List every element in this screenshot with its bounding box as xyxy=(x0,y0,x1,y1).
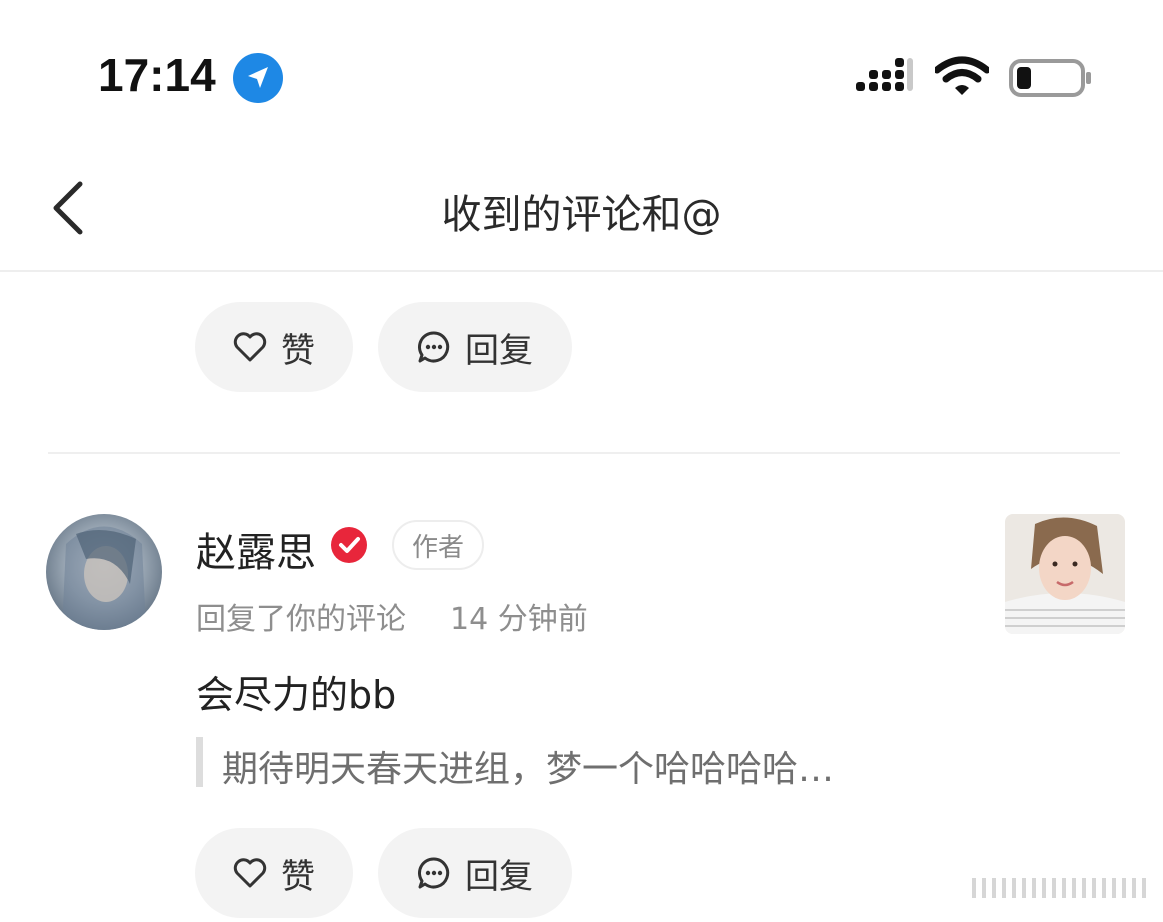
comment-action: 回复了你的评论 xyxy=(196,602,406,637)
location-arrow-icon xyxy=(233,53,283,103)
comment-text[interactable]: 会尽力的bb xyxy=(196,664,396,719)
author-badge: 作者 xyxy=(392,520,484,570)
chat-bubble-icon xyxy=(418,331,450,363)
heart-icon xyxy=(233,332,267,362)
like-label: 赞 xyxy=(281,856,315,897)
like-label: 赞 xyxy=(281,330,315,371)
page-title: 收到的评论和@ xyxy=(441,192,722,238)
battery-icon xyxy=(1009,59,1091,97)
reply-button[interactable]: 回复 xyxy=(378,302,572,392)
chat-bubble-icon xyxy=(418,857,450,889)
reply-label: 回复 xyxy=(465,330,533,371)
reply-button[interactable]: 回复 xyxy=(378,828,572,918)
like-button[interactable]: 赞 xyxy=(195,828,353,918)
post-thumbnail[interactable] xyxy=(1005,514,1125,634)
quoted-comment[interactable]: 期待明天春天进组，梦一个哈哈哈哈… xyxy=(222,740,834,792)
cellular-signal-icon xyxy=(856,58,913,91)
quote-bar xyxy=(196,737,203,787)
heart-icon xyxy=(233,858,267,888)
avatar[interactable] xyxy=(46,514,162,630)
reply-label: 回复 xyxy=(465,856,533,897)
comment-time: 14 分钟前 xyxy=(450,602,588,637)
item-divider xyxy=(48,452,1120,454)
nav-divider xyxy=(0,270,1163,272)
wifi-icon xyxy=(935,56,989,95)
like-button[interactable]: 赞 xyxy=(195,302,353,392)
watermark-stripes xyxy=(972,878,1146,898)
user-name[interactable]: 赵露思 xyxy=(196,520,316,578)
verified-check-icon xyxy=(331,527,367,563)
status-time: 17:14 xyxy=(98,49,216,101)
